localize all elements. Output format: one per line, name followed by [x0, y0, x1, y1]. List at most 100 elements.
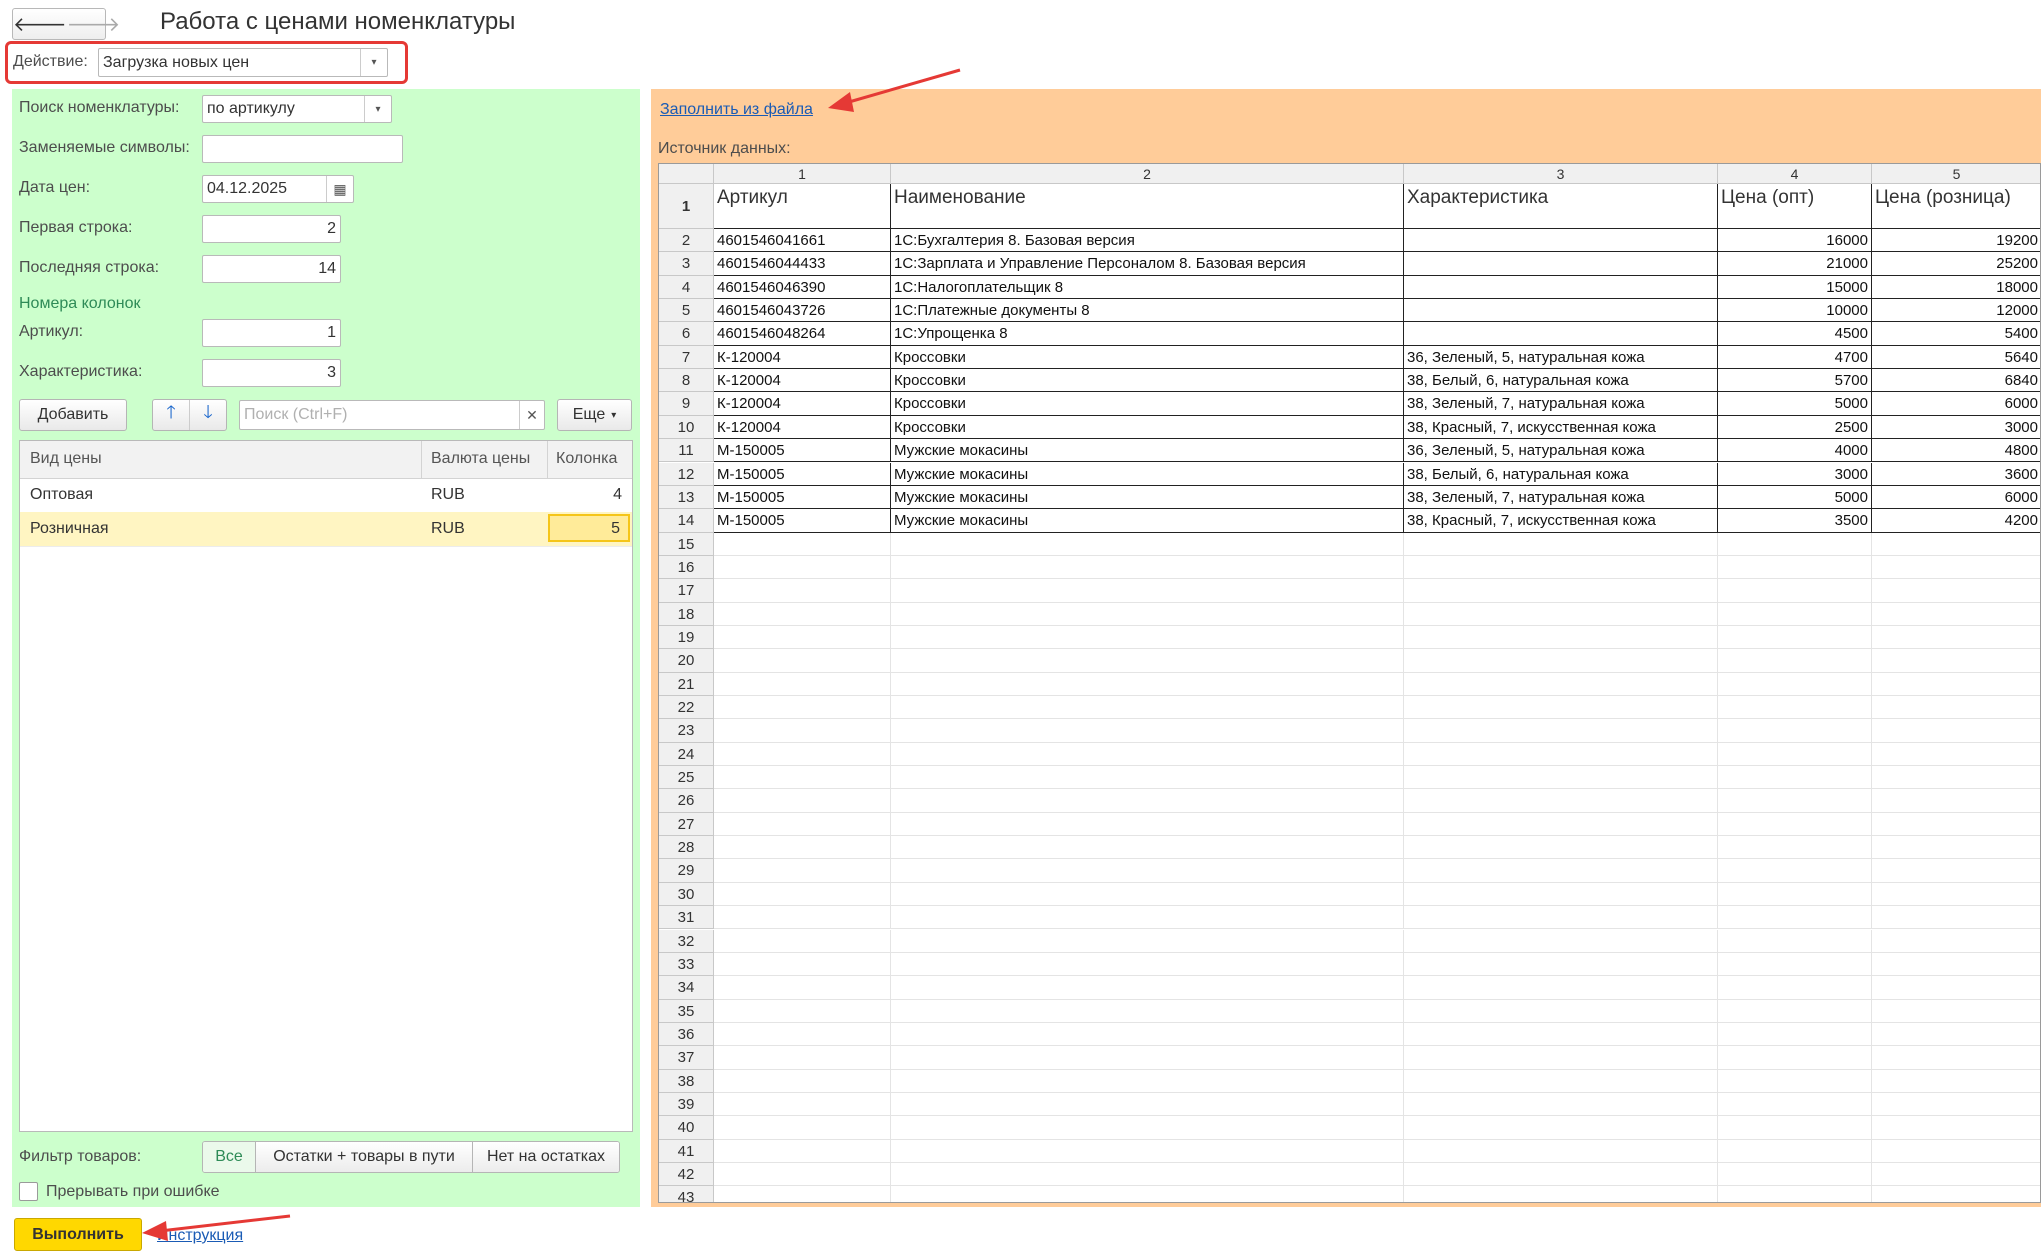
sheet-cell[interactable] — [1404, 836, 1718, 860]
back-button[interactable]: 🡐 — [13, 9, 67, 39]
sheet-cell[interactable]: Кроссовки — [891, 392, 1404, 416]
row-header[interactable]: 2 — [659, 229, 714, 253]
sheet-cell[interactable] — [714, 1022, 891, 1047]
sheet-cell[interactable] — [714, 602, 891, 626]
sheet-cell[interactable]: 1С:Бухгалтерия 8. Базовая версия — [891, 229, 1404, 253]
add-button[interactable]: Добавить — [19, 399, 127, 431]
chevron-down-icon[interactable]: ▾ — [360, 49, 387, 76]
row-header[interactable]: 22 — [659, 696, 714, 720]
sheet-cell[interactable] — [714, 555, 891, 580]
sheet-cell[interactable]: 3000 — [1872, 416, 2040, 440]
sheet-cell[interactable] — [891, 1163, 1404, 1187]
sheet-cell[interactable]: 1С:Налогоплательщик 8 — [891, 275, 1404, 300]
sheet-cell[interactable] — [1872, 533, 2040, 556]
sheet-cell[interactable]: 19200 — [1872, 229, 2040, 253]
sheet-cell[interactable] — [1718, 719, 1872, 743]
sheet-cell[interactable] — [1718, 836, 1872, 860]
row-header[interactable]: 43 — [659, 1186, 714, 1202]
row-header[interactable]: 9 — [659, 392, 714, 416]
sheet-cell[interactable] — [891, 1069, 1404, 1093]
sheet-cell[interactable]: 38, Белый, 6, натуральная кожа — [1404, 462, 1718, 486]
sheet-cell[interactable] — [1872, 813, 2040, 837]
sheet-cell[interactable] — [1404, 625, 1718, 650]
filter-all[interactable]: Все — [203, 1142, 256, 1172]
sheet-cell[interactable] — [1404, 812, 1718, 837]
sheet-cell[interactable] — [1872, 603, 2040, 626]
sheet-cell[interactable] — [1718, 952, 1872, 977]
sheet-cell[interactable] — [1404, 906, 1718, 930]
sheet-cell[interactable] — [714, 976, 891, 1000]
sheet-cell[interactable] — [1718, 649, 1872, 673]
sheet-cell[interactable]: 15000 — [1718, 275, 1872, 300]
sheet-cell[interactable]: 4500 — [1718, 322, 1872, 346]
row-header[interactable]: 41 — [659, 1139, 714, 1163]
sheet-cell[interactable] — [1718, 859, 1872, 883]
sheet-cell[interactable] — [891, 532, 1404, 556]
sheet-cell[interactable]: 6000 — [1872, 486, 2040, 510]
row-header[interactable]: 14 — [659, 509, 714, 533]
row-header[interactable]: 38 — [659, 1069, 714, 1093]
sheet-cell[interactable] — [891, 952, 1404, 977]
header-cell[interactable]: Наименование — [891, 184, 1404, 229]
spreadsheet[interactable]: 12345 1 Артикул Наименование Характеристика… — [658, 163, 2041, 1203]
header-cell[interactable]: Цена (розница) — [1872, 184, 2040, 229]
sheet-cell[interactable] — [1718, 999, 1872, 1023]
sheet-cell[interactable] — [891, 625, 1404, 650]
sheet-cell[interactable] — [1718, 555, 1872, 580]
sheet-cell[interactable] — [1718, 1139, 1872, 1163]
sheet-cell[interactable]: 1С:Зарплата и Управление Персоналом 8. Б… — [891, 252, 1404, 276]
column-header[interactable]: 1 — [714, 164, 891, 184]
sheet-cell[interactable] — [1718, 1163, 1872, 1187]
sheet-cell[interactable] — [714, 1092, 891, 1117]
sheet-cell[interactable] — [891, 742, 1404, 767]
row-header[interactable]: 37 — [659, 1046, 714, 1070]
sheet-cell[interactable] — [714, 719, 891, 743]
sheet-cell[interactable] — [1404, 555, 1718, 580]
sheet-cell[interactable] — [1872, 1116, 2040, 1140]
fill-from-file-link[interactable]: Заполнить из файла — [660, 101, 813, 119]
sheet-cell[interactable]: 38, Красный, 7, искусственная кожа — [1404, 509, 1718, 533]
sheet-cell[interactable]: Мужские мокасины — [891, 462, 1404, 486]
sheet-cell[interactable] — [714, 859, 891, 883]
run-button[interactable]: Выполнить — [14, 1218, 142, 1251]
table-row-selected[interactable]: Розничная RUB 5 — [20, 512, 632, 547]
sheet-cell[interactable]: М-150005 — [714, 462, 891, 486]
sheet-cell[interactable]: 36, Зеленый, 5, натуральная кожа — [1404, 345, 1718, 370]
sheet-cell[interactable]: К-120004 — [714, 369, 891, 393]
row-header[interactable]: 23 — [659, 719, 714, 743]
sheet-cell[interactable] — [1404, 672, 1718, 696]
sheet-cell[interactable]: 12000 — [1872, 299, 2040, 323]
row-header[interactable]: 24 — [659, 742, 714, 767]
action-select[interactable]: Загрузка новых цен ▾ — [98, 48, 388, 77]
sheet-cell[interactable] — [714, 1139, 891, 1163]
sheet-cell[interactable] — [1404, 742, 1718, 767]
sheet-cell[interactable] — [1718, 532, 1872, 556]
last-row-field[interactable]: 14 — [202, 255, 341, 283]
row-header[interactable]: 21 — [659, 672, 714, 696]
sheet-cell[interactable]: К-120004 — [714, 345, 891, 370]
sheet-cell[interactable]: 4601546043726 — [714, 299, 891, 323]
sheet-cell[interactable] — [714, 906, 891, 930]
col-header-column[interactable]: Колонка — [556, 450, 617, 468]
sheet-cell[interactable] — [714, 579, 891, 603]
sheet-cell[interactable] — [891, 696, 1404, 720]
sheet-cell[interactable] — [714, 1116, 891, 1140]
sheet-cell[interactable] — [714, 1163, 891, 1187]
sheet-cell[interactable] — [1404, 229, 1718, 253]
sheet-cell[interactable] — [891, 836, 1404, 860]
sheet-cell[interactable] — [1872, 1023, 2040, 1047]
col-header-currency[interactable]: Валюта цены — [431, 450, 530, 468]
row-header[interactable]: 1 — [659, 184, 714, 229]
sheet-cell[interactable] — [891, 789, 1404, 813]
sheet-cell[interactable]: 21000 — [1718, 252, 1872, 276]
row-header[interactable]: 12 — [659, 462, 714, 486]
row-header[interactable]: 34 — [659, 976, 714, 1000]
sheet-cell[interactable]: 1С:Платежные документы 8 — [891, 299, 1404, 323]
sheet-cell[interactable] — [891, 672, 1404, 696]
sheet-cell[interactable]: 2500 — [1718, 415, 1872, 440]
sheet-cell[interactable] — [1872, 696, 2040, 720]
sheet-cell[interactable]: 36, Зеленый, 5, натуральная кожа — [1404, 439, 1718, 463]
sheet-cell[interactable]: М-150005 — [714, 485, 891, 510]
sheet-cell[interactable] — [1718, 1186, 1872, 1202]
column-header[interactable]: 3 — [1404, 164, 1718, 184]
